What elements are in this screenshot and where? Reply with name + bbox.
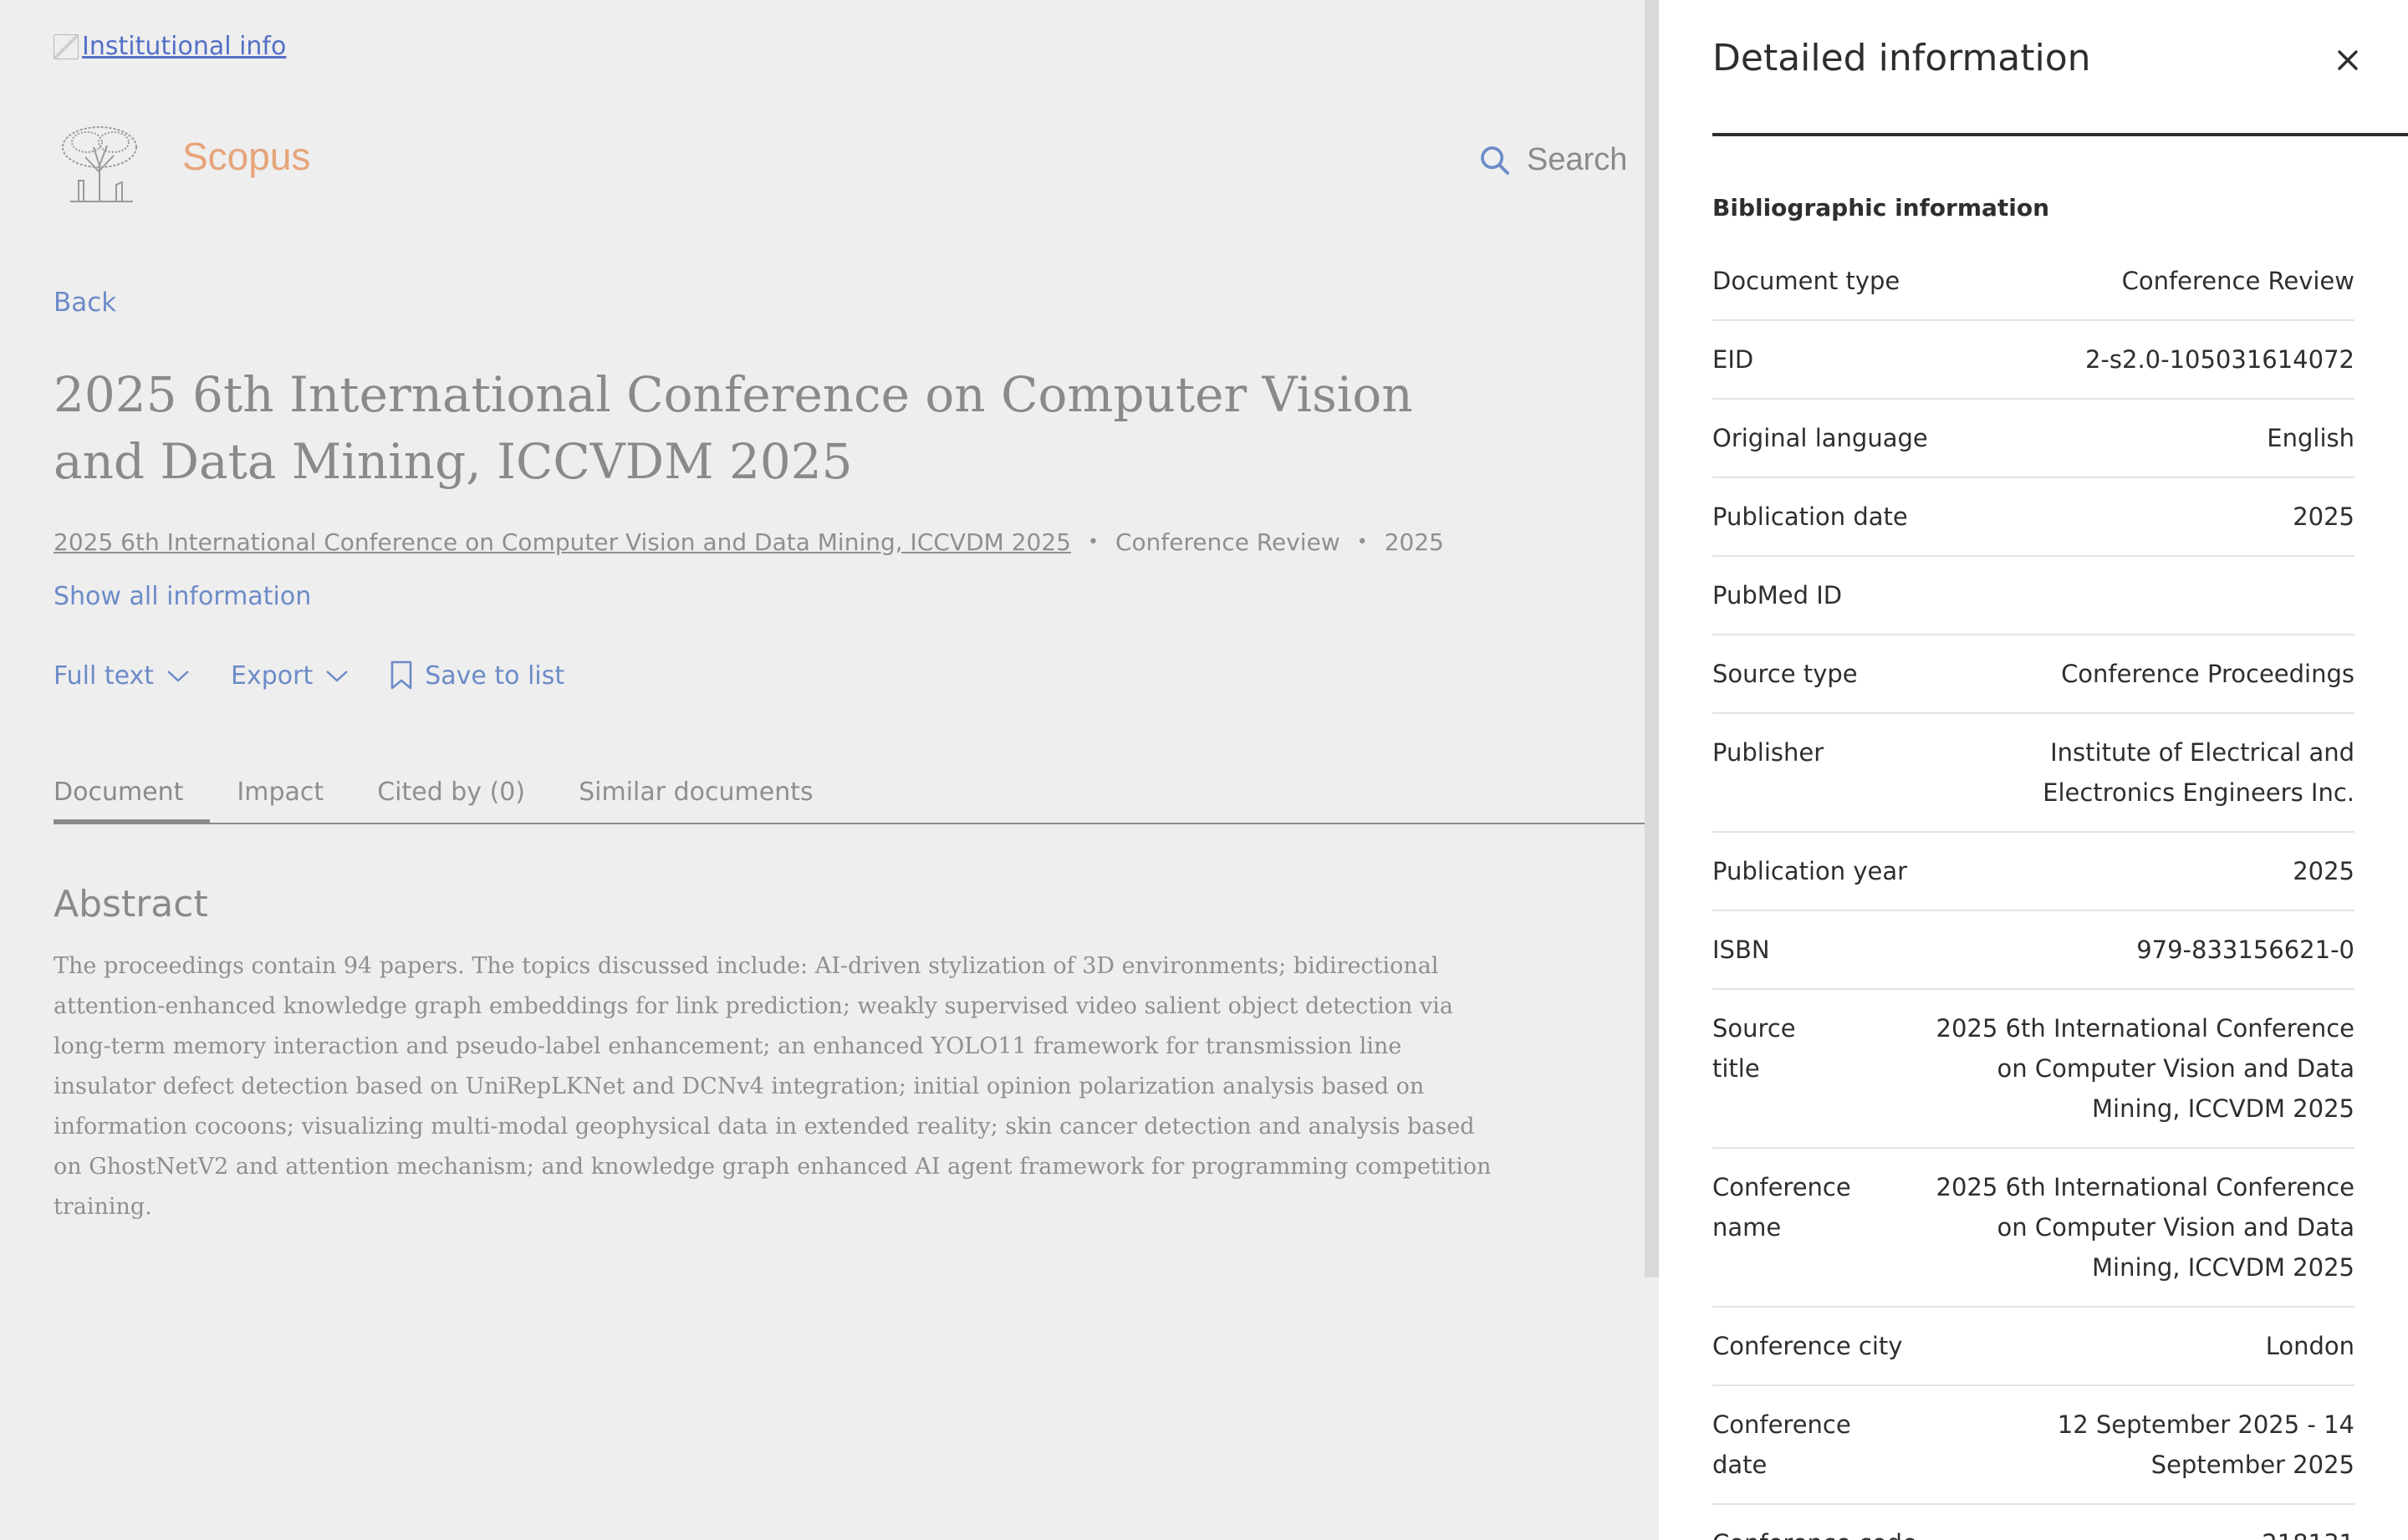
info-label: Conference city: [1712, 1332, 1903, 1360]
info-value: 2025 6th International Conference on Com…: [1936, 1173, 2354, 1282]
info-value: Conference Proceedings: [2061, 660, 2354, 688]
full-text-label: Full text: [54, 660, 155, 691]
source-title-link[interactable]: 2025 6th International Conference on Com…: [54, 528, 1071, 556]
info-label: Publisher: [1712, 738, 1824, 767]
document-actions: Full text Export Save to list: [54, 660, 564, 691]
chevron-down-icon: [326, 671, 349, 682]
info-label: PubMed ID: [1712, 581, 1843, 609]
panel-divider: [1712, 133, 2408, 136]
institutional-info-link[interactable]: Institutional info: [54, 32, 286, 61]
info-row-conference-city: Conference city London: [1712, 1308, 2354, 1386]
abstract-text: The proceedings contain 94 papers. The t…: [54, 953, 1492, 1220]
info-row-conference-code: Conference code 218131: [1712, 1505, 2354, 1540]
search-button[interactable]: Search: [1478, 142, 1627, 178]
export-label: Export: [231, 660, 314, 691]
bookmark-icon: [390, 660, 412, 690]
info-value: Conference Review: [2121, 267, 2354, 295]
close-icon: [2338, 50, 2358, 70]
info-value: London: [2265, 1332, 2354, 1360]
info-label: Document type: [1712, 267, 1900, 295]
info-row-eid: EID 2-s2.0-105031614072: [1712, 321, 2354, 400]
info-row-source-type: Source type Conference Proceedings: [1712, 635, 2354, 714]
info-row-original-language: Original language English: [1712, 400, 2354, 478]
info-label: Original language: [1712, 424, 1928, 452]
close-button[interactable]: [2331, 43, 2365, 77]
full-text-button[interactable]: Full text: [54, 661, 191, 691]
document-title: 2025 6th International Conference on Com…: [54, 366, 1413, 490]
info-row-isbn: ISBN 979-833156621-0: [1712, 911, 2354, 990]
document-type: Conference Review: [1115, 528, 1340, 556]
info-label: Publication year: [1712, 857, 1908, 885]
detailed-information-panel: Detailed information Bibliographic infor…: [1659, 0, 2408, 1540]
info-row-publisher: Publisher Institute of Electrical and El…: [1712, 714, 2354, 833]
info-label: Publication date: [1712, 502, 1908, 531]
info-row-pubmed-id: PubMed ID: [1712, 557, 2354, 635]
tab-similar-documents[interactable]: Similar documents: [552, 778, 840, 821]
search-icon: [1481, 145, 1509, 175]
info-label: Source title: [1712, 1014, 1796, 1083]
info-value: Institute of Electrical and Electronics …: [2043, 738, 2354, 807]
info-row-publication-date: Publication date 2025: [1712, 478, 2354, 557]
info-row-conference-name: Conference name 2025 6th International C…: [1712, 1149, 2354, 1308]
info-label: Conference name: [1712, 1173, 1851, 1242]
search-label: Search: [1527, 142, 1628, 177]
info-row-source-title: Source title 2025 6th International Conf…: [1712, 990, 2354, 1149]
elsevier-tree-logo[interactable]: [54, 122, 145, 206]
info-value: 12 September 2025 - 14 September 2025: [2057, 1410, 2354, 1479]
info-label: ISBN: [1712, 936, 1770, 964]
abstract-heading: Abstract: [54, 883, 208, 926]
info-label: EID: [1712, 345, 1754, 374]
info-row-document-type: Document type Conference Review: [1712, 242, 2354, 321]
info-value: 2-s2.0-105031614072: [2084, 345, 2354, 374]
document-meta: 2025 6th International Conference on Com…: [54, 528, 1444, 556]
info-row-conference-date: Conference date 12 September 2025 - 14 S…: [1712, 1386, 2354, 1505]
info-value: English: [2267, 424, 2354, 452]
save-to-list-button[interactable]: Save to list: [390, 660, 564, 691]
document-tabs: Document Impact Cited by (0) Similar doc…: [54, 778, 1659, 824]
meta-separator: •: [1356, 532, 1368, 553]
brand-name[interactable]: Scopus: [182, 134, 310, 179]
bibliographic-heading: Bibliographic information: [1712, 194, 2050, 222]
export-button[interactable]: Export: [231, 661, 349, 691]
back-link[interactable]: Back: [54, 288, 116, 318]
info-label: Source type: [1712, 660, 1858, 688]
page-scrollbar[interactable]: [1645, 0, 1659, 1277]
document-page: Institutional info Scopus Search Back 20…: [0, 0, 1659, 1540]
info-row-publication-year: Publication year 2025: [1712, 833, 2354, 911]
info-label: Conference code: [1712, 1523, 1917, 1540]
info-value: 979-833156621-0: [2136, 936, 2354, 964]
document-year: 2025: [1384, 528, 1444, 556]
tab-impact[interactable]: Impact: [210, 778, 350, 821]
institutional-info-label: Institutional info: [82, 32, 287, 61]
save-to-list-label: Save to list: [425, 660, 565, 691]
info-value: 218131: [2262, 1523, 2354, 1540]
show-all-information-link[interactable]: Show all information: [54, 582, 311, 611]
info-value: 2025 6th International Conference on Com…: [1936, 1014, 2354, 1123]
bibliographic-info-list: Document type Conference Review EID 2-s2…: [1712, 242, 2354, 1540]
info-value: 2025: [2293, 502, 2354, 531]
info-value: 2025: [2293, 857, 2354, 885]
meta-separator: •: [1087, 532, 1099, 553]
panel-title: Detailed information: [1712, 37, 2091, 79]
tab-document[interactable]: Document: [54, 778, 211, 824]
tab-cited-by[interactable]: Cited by (0): [350, 778, 552, 821]
broken-image-icon: [54, 33, 79, 59]
chevron-down-icon: [167, 671, 189, 682]
info-label: Conference date: [1712, 1410, 1851, 1479]
